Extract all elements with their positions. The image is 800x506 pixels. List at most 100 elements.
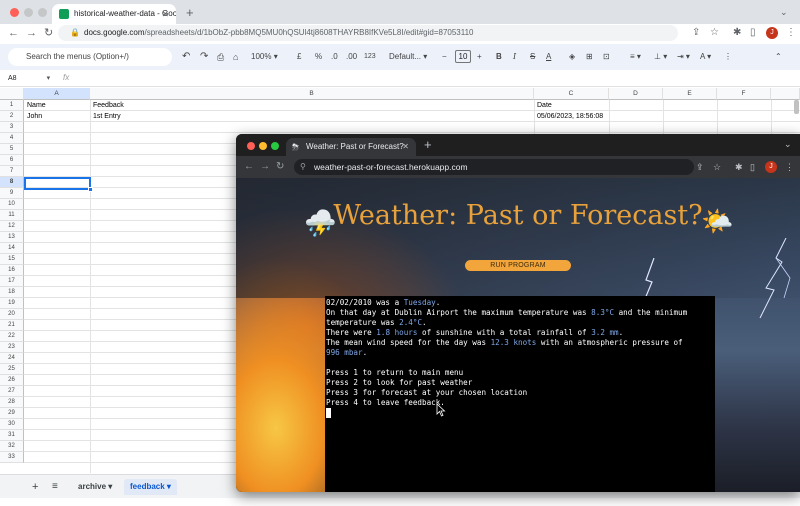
more-menu-icon[interactable]: ⋮ bbox=[785, 160, 794, 174]
row-header[interactable]: 30 bbox=[0, 419, 24, 430]
font-size-decrease-icon[interactable]: − bbox=[442, 49, 447, 65]
row-header[interactable]: 14 bbox=[0, 243, 24, 254]
name-box[interactable]: A8 ▾ bbox=[8, 74, 50, 82]
maximize-window-icon[interactable] bbox=[38, 8, 47, 17]
close-window-icon[interactable] bbox=[247, 142, 255, 150]
share-icon[interactable]: ⇪ bbox=[692, 26, 700, 40]
row-header[interactable]: 15 bbox=[0, 254, 24, 265]
tab-search-icon[interactable]: ⌄ bbox=[780, 7, 788, 18]
percent-button[interactable]: % bbox=[315, 49, 322, 65]
currency-button[interactable]: £ bbox=[297, 49, 301, 65]
cell-b2[interactable]: 1st Entry bbox=[93, 111, 121, 122]
address-bar[interactable]: 🔒 docs.google.com/spreadsheets/d/1bObZ-p… bbox=[58, 25, 678, 41]
add-sheet-icon[interactable]: + bbox=[26, 479, 44, 495]
cell-c1[interactable]: Date bbox=[537, 100, 552, 111]
fill-handle[interactable] bbox=[88, 187, 93, 192]
cell-a2[interactable]: John bbox=[27, 111, 42, 122]
row-header[interactable]: 2 bbox=[0, 111, 24, 122]
text-wrap-icon[interactable]: ⇥ ▾ bbox=[677, 49, 690, 65]
minimize-window-icon[interactable] bbox=[259, 142, 267, 150]
bookmark-star-icon[interactable]: ☆ bbox=[710, 26, 719, 40]
row-header[interactable]: 21 bbox=[0, 320, 24, 331]
cell-b1[interactable]: Feedback bbox=[93, 100, 124, 111]
profile-avatar[interactable]: J bbox=[766, 27, 778, 39]
row-header[interactable]: 17 bbox=[0, 276, 24, 287]
back-icon[interactable]: ← bbox=[244, 160, 254, 174]
new-tab-icon[interactable]: + bbox=[424, 137, 432, 152]
merge-cells-icon[interactable]: ⊡ bbox=[603, 49, 610, 65]
close-window-icon[interactable] bbox=[10, 8, 19, 17]
side-panel-icon[interactable]: ▯ bbox=[750, 26, 756, 40]
number-format-button[interactable]: 123 bbox=[364, 49, 376, 65]
new-tab-icon[interactable]: + bbox=[186, 5, 194, 20]
name-box-dropdown-icon[interactable]: ▾ bbox=[47, 75, 51, 82]
tab-search-icon[interactable]: ⌄ bbox=[784, 139, 792, 150]
font-size-input[interactable]: 10 bbox=[455, 50, 471, 63]
print-icon[interactable]: ⎙ bbox=[217, 49, 224, 65]
increase-decimal-button[interactable]: .00 bbox=[346, 49, 357, 65]
sheet-tab-feedback[interactable]: feedback ▾ bbox=[124, 479, 177, 495]
row-header[interactable]: 28 bbox=[0, 397, 24, 408]
select-all-corner[interactable] bbox=[0, 88, 24, 100]
column-header[interactable]: A bbox=[24, 88, 90, 100]
vertical-align-icon[interactable]: ⊥ ▾ bbox=[654, 49, 667, 65]
close-tab-icon[interactable]: ✕ bbox=[402, 138, 409, 156]
undo-icon[interactable]: ↶ bbox=[182, 49, 190, 65]
row-header[interactable]: 7 bbox=[0, 166, 24, 177]
terminal-input-line[interactable] bbox=[326, 408, 715, 418]
bookmark-star-icon[interactable]: ☆ bbox=[713, 160, 721, 174]
row-header[interactable]: 10 bbox=[0, 199, 24, 210]
strikethrough-icon[interactable]: S bbox=[530, 49, 535, 65]
browser-tab[interactable]: ⛈ Weather: Past or Forecast? ✕ bbox=[286, 138, 416, 156]
collapse-toolbar-icon[interactable]: ⌃ bbox=[775, 49, 782, 65]
bold-icon[interactable]: B bbox=[496, 49, 502, 65]
row-header[interactable]: 9 bbox=[0, 188, 24, 199]
row-header[interactable]: 16 bbox=[0, 265, 24, 276]
paint-format-icon[interactable]: ⌂ bbox=[233, 49, 238, 65]
row-header[interactable]: 33 bbox=[0, 452, 24, 463]
text-color-icon[interactable]: A bbox=[546, 49, 551, 65]
row-header[interactable]: 20 bbox=[0, 309, 24, 320]
reload-icon[interactable]: ↻ bbox=[44, 26, 53, 40]
row-header[interactable]: 26 bbox=[0, 375, 24, 386]
horizontal-align-icon[interactable]: ≡ ▾ bbox=[630, 49, 641, 65]
close-tab-icon[interactable]: ✕ bbox=[161, 4, 169, 24]
column-header[interactable]: B bbox=[90, 88, 534, 100]
more-toolbar-icon[interactable]: ⋮ bbox=[724, 49, 732, 65]
column-header[interactable]: C bbox=[534, 88, 609, 100]
row-header[interactable]: 6 bbox=[0, 155, 24, 166]
row-header[interactable]: 12 bbox=[0, 221, 24, 232]
menu-search[interactable]: Search the menus (Option+/) bbox=[8, 48, 172, 66]
row-header[interactable]: 3 bbox=[0, 122, 24, 133]
address-bar[interactable]: ⚲ weather-past-or-forecast.herokuapp.com bbox=[294, 159, 694, 175]
row-header[interactable]: 19 bbox=[0, 298, 24, 309]
selected-cell[interactable] bbox=[24, 177, 93, 192]
sheet-tab-archive[interactable]: archive ▾ bbox=[72, 479, 118, 495]
row-header[interactable]: 18 bbox=[0, 287, 24, 298]
row-header[interactable]: 8 bbox=[0, 177, 24, 188]
terminal-output[interactable]: 02/02/2010 was a Tuesday. On that day at… bbox=[325, 296, 715, 492]
run-program-button[interactable]: RUN PROGRAM bbox=[465, 260, 571, 271]
redo-icon[interactable]: ↷ bbox=[200, 49, 208, 65]
italic-icon[interactable]: I bbox=[513, 49, 516, 65]
column-header[interactable]: D bbox=[609, 88, 663, 100]
row-header[interactable]: 29 bbox=[0, 408, 24, 419]
font-size-increase-icon[interactable]: + bbox=[477, 49, 482, 65]
vertical-scrollbar[interactable] bbox=[794, 100, 799, 114]
text-rotation-icon[interactable]: A ▾ bbox=[700, 49, 711, 65]
zoom-select[interactable]: 100% ▾ bbox=[251, 49, 278, 65]
row-header[interactable]: 25 bbox=[0, 364, 24, 375]
row-header[interactable]: 5 bbox=[0, 144, 24, 155]
share-icon[interactable]: ⇪ bbox=[696, 160, 704, 174]
row-header[interactable]: 22 bbox=[0, 331, 24, 342]
profile-avatar[interactable]: J bbox=[765, 161, 777, 173]
row-header[interactable]: 4 bbox=[0, 133, 24, 144]
forward-icon[interactable]: → bbox=[26, 26, 37, 40]
column-header[interactable]: F bbox=[717, 88, 771, 100]
column-header[interactable]: E bbox=[663, 88, 717, 100]
site-info-icon[interactable]: ⚲ bbox=[300, 159, 306, 175]
row-header[interactable]: 11 bbox=[0, 210, 24, 221]
all-sheets-icon[interactable]: ≡ bbox=[46, 479, 64, 495]
forward-icon[interactable]: → bbox=[260, 160, 270, 174]
row-header[interactable]: 24 bbox=[0, 353, 24, 364]
